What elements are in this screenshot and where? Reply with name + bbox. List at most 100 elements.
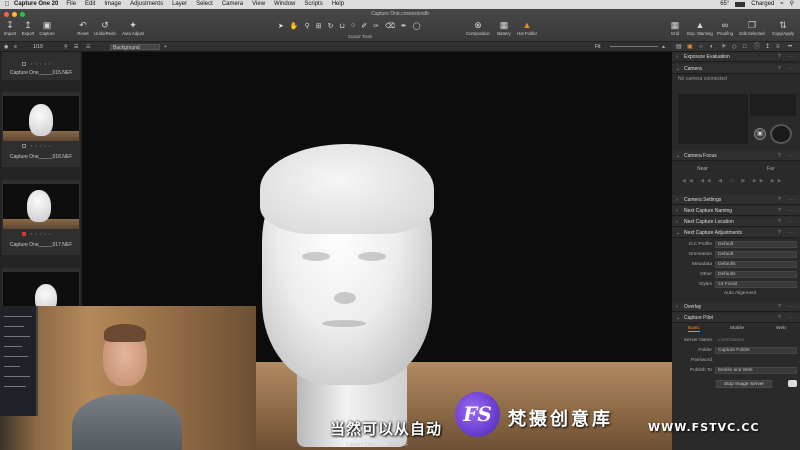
menu-help[interactable]: Help: [332, 0, 344, 9]
battery-button[interactable]: ▦ Battery: [497, 20, 511, 36]
capture-button[interactable]: ▣ Capture: [39, 20, 54, 36]
crop-icon[interactable]: ⊞: [316, 22, 322, 30]
rating-dots[interactable]: • • • • •: [31, 143, 51, 148]
picker-icon[interactable]: ✒: [401, 22, 407, 30]
gradient-icon[interactable]: ◯: [413, 22, 421, 30]
lens-tab-icon[interactable]: ○: [699, 42, 703, 52]
capture-pilot-header[interactable]: ⌄ Capture Pilot? ⋯: [672, 313, 800, 323]
menu-scripts[interactable]: Scripts: [304, 0, 322, 9]
hot-folder-button[interactable]: ▲ Hot Folder: [517, 20, 537, 36]
batch-tab-icon[interactable]: ≡: [776, 42, 780, 52]
pilot-tab-basic[interactable]: Basic: [688, 326, 700, 332]
app-menu[interactable]: Capture One 20: [14, 0, 58, 9]
local-adjustments-tab-icon[interactable]: □: [743, 42, 747, 52]
metadata-tab-icon[interactable]: ⓘ: [754, 42, 760, 52]
menu-file[interactable]: File: [66, 0, 76, 9]
other-select[interactable]: Defaults: [715, 271, 797, 278]
search-icon[interactable]: ⚲: [64, 42, 68, 52]
select-checkbox[interactable]: [22, 144, 26, 148]
rotate-icon[interactable]: ↻: [328, 22, 334, 30]
server-name-field[interactable]: LiveClasses: [715, 337, 797, 344]
layer-select[interactable]: Background: [110, 44, 160, 51]
menu-window[interactable]: Window: [274, 0, 295, 9]
metadata-select[interactable]: Defaults: [715, 261, 797, 268]
annotate-icon[interactable]: ✐: [361, 22, 367, 30]
list-icon[interactable]: ≡: [14, 42, 17, 52]
layers-icon[interactable]: ☰: [86, 42, 90, 52]
next-capture-location-header[interactable]: › Next Capture Location? ⋯: [672, 217, 800, 227]
zoom-in-icon[interactable]: ▲: [661, 42, 666, 52]
grid-button[interactable]: ▦ Grid: [671, 20, 680, 36]
copy-apply-button[interactable]: ⇅ Copy/Apply: [772, 20, 794, 36]
composition-button[interactable]: ⊗ Composition: [466, 20, 490, 36]
overlay-header[interactable]: › Overlay? ⋯: [672, 302, 800, 312]
thumbnail-image[interactable]: [3, 184, 79, 229]
help-icon[interactable]: ? ⋯: [778, 302, 796, 312]
help-icon[interactable]: ? ⋯: [778, 206, 796, 216]
camera-settings-header[interactable]: › Camera Settings? ⋯: [672, 195, 800, 205]
password-field[interactable]: [715, 357, 797, 364]
help-icon[interactable]: ? ⋯: [778, 195, 796, 205]
capture-tab-icon[interactable]: ▣: [687, 42, 693, 52]
import-button[interactable]: ↧ Import: [4, 20, 16, 36]
help-icon[interactable]: ? ⋯: [778, 52, 796, 62]
details-tab-icon[interactable]: ◇: [732, 42, 737, 52]
rating-dots[interactable]: • • • • •: [31, 231, 51, 236]
publish-to-select[interactable]: Mobile and Web: [715, 367, 797, 374]
exposure-tab-icon[interactable]: ☀: [721, 42, 726, 52]
temperature-status[interactable]: 65°: [720, 0, 729, 9]
keystone-icon[interactable]: ⊔: [339, 22, 344, 30]
folder-select[interactable]: Capture Folder: [715, 347, 797, 354]
menu-image[interactable]: Image: [104, 0, 121, 9]
select-checkbox[interactable]: [22, 62, 26, 66]
capture-shutter-icon[interactable]: ▣: [754, 128, 766, 140]
battery-status[interactable]: Charged: [751, 0, 774, 9]
pilot-tab-mobile[interactable]: Mobile: [730, 326, 744, 331]
loupe-icon[interactable]: ⚲: [305, 22, 310, 30]
color-tag[interactable]: [22, 232, 26, 236]
pan-icon[interactable]: ✋: [290, 22, 299, 30]
brush-icon[interactable]: ✑: [373, 22, 379, 30]
live-view-button[interactable]: [770, 124, 792, 144]
undo-redo-button[interactable]: ↺ Undo/Redo: [94, 20, 116, 36]
proofing-button[interactable]: ∞ Proofing: [717, 20, 733, 36]
more-tabs-icon[interactable]: ••: [788, 42, 792, 52]
pilot-tab-web[interactable]: Web: [776, 326, 786, 331]
exposure-evaluation-header[interactable]: › Exposure Evaluation? ⋯: [672, 52, 800, 62]
menu-adjustments[interactable]: Adjustments: [130, 0, 163, 9]
battery-icon[interactable]: [735, 2, 746, 7]
auto-alignment-label[interactable]: Auto Alignment: [724, 291, 756, 296]
menu-view[interactable]: View: [252, 0, 265, 9]
styles-select[interactable]: 24 Fossil: [715, 281, 797, 288]
camera-focus-header[interactable]: ⌄ Camera Focus? ⋯: [672, 151, 800, 161]
menu-edit[interactable]: Edit: [85, 0, 95, 9]
output-tab-icon[interactable]: ↥: [765, 42, 770, 52]
zoom-slider[interactable]: [610, 46, 658, 47]
stop-image-server-button[interactable]: Stop Image Server: [716, 380, 772, 388]
icc-profile-select[interactable]: Default: [715, 241, 797, 248]
menu-camera[interactable]: Camera: [222, 0, 243, 9]
apple-icon[interactable]: : [0, 0, 14, 9]
library-tab-icon[interactable]: ▤: [676, 42, 682, 52]
color-tab-icon[interactable]: ◐: [710, 42, 714, 52]
orientation-select[interactable]: Default: [715, 251, 797, 258]
thumbnail-image[interactable]: [3, 96, 79, 141]
next-capture-naming-header[interactable]: › Next Capture Naming? ⋯: [672, 206, 800, 216]
thumbnail-card[interactable]: • • • • • Capture One_____016.NEF: [2, 92, 80, 167]
export-button[interactable]: ↥ Export: [22, 20, 34, 36]
zoom-fit-label[interactable]: Fit: [595, 42, 601, 52]
help-icon[interactable]: ? ⋯: [778, 64, 796, 74]
auto-adjust-button[interactable]: ✦ Auto Adjust: [122, 20, 144, 36]
thumbnail-card[interactable]: • • • • • Capture One_____017.NEF: [2, 180, 80, 255]
add-layer-icon[interactable]: +: [164, 42, 167, 52]
edit-selected-button[interactable]: ❐ Edit Selected: [739, 20, 764, 36]
menu-select[interactable]: Select: [196, 0, 213, 9]
help-icon[interactable]: ? ⋯: [778, 313, 796, 323]
rating-dots[interactable]: • • • • •: [31, 61, 51, 66]
thumbnail-card[interactable]: • • • • • Capture One_____015.NEF: [2, 52, 80, 80]
next-capture-adjustments-header[interactable]: ⌄ Next Capture Adjustments? ⋯: [672, 228, 800, 238]
focus-step-buttons[interactable]: ◀◀ ◀◀ ◀ ▭ ▶ ▶▶ ▶▶: [682, 178, 785, 184]
menu-layer[interactable]: Layer: [172, 0, 187, 9]
eye-icon[interactable]: ◉: [4, 42, 8, 52]
help-icon[interactable]: ? ⋯: [778, 228, 796, 238]
